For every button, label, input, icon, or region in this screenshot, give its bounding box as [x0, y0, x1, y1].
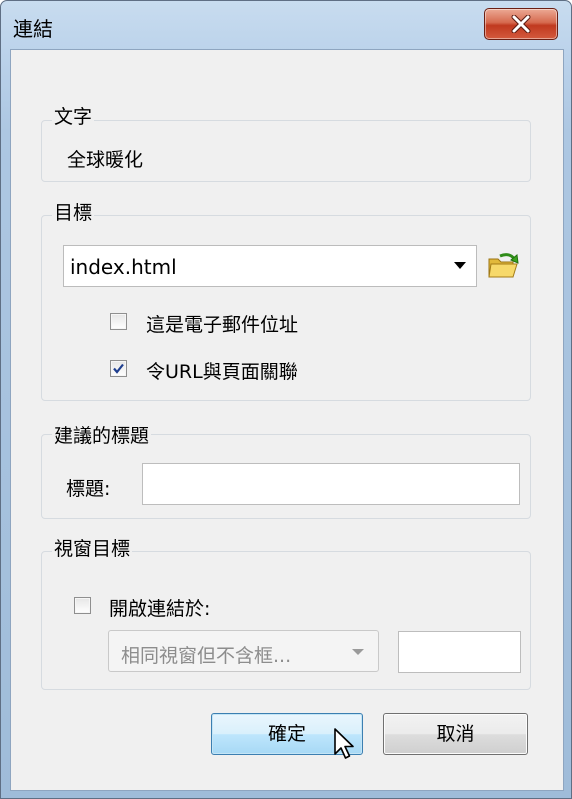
- mouse-pointer-icon: [334, 728, 354, 759]
- title-group-label: 建議的標題: [52, 425, 152, 447]
- open-folder-icon: [488, 253, 519, 278]
- window-target-group-label: 視窗目標: [52, 538, 133, 560]
- target-combobox-value: index.html: [70, 255, 177, 279]
- close-icon: [511, 15, 531, 33]
- dialog-title: 連結: [13, 17, 53, 41]
- open-link-in-checkbox-label[interactable]: 開啟連結於:: [109, 594, 210, 621]
- target-combobox[interactable]: index.html: [63, 245, 477, 287]
- target-group-label: 目標: [52, 202, 95, 224]
- open-link-in-checkbox[interactable]: [74, 597, 91, 614]
- title-input[interactable]: [142, 463, 520, 505]
- cancel-button[interactable]: 取消: [383, 713, 528, 755]
- checkmark-icon: [113, 363, 124, 374]
- relative-url-checkbox-label[interactable]: 令URL與頁面關聯: [146, 357, 298, 384]
- close-button[interactable]: [484, 8, 558, 40]
- email-address-checkbox[interactable]: [110, 313, 127, 330]
- frame-target-select: 相同視窗但不含框...: [108, 630, 379, 672]
- frame-target-select-value: 相同視窗但不含框...: [121, 645, 292, 667]
- email-address-checkbox-label[interactable]: 這是電子郵件位址: [146, 310, 298, 337]
- link-text-value: 全球暖化: [67, 149, 144, 171]
- chevron-down-icon: [352, 649, 364, 655]
- title-bar[interactable]: 連結: [1, 1, 571, 45]
- title-field-label: 標題:: [66, 478, 111, 500]
- text-group-label: 文字: [52, 106, 95, 128]
- frame-name-input: [398, 631, 521, 673]
- relative-url-checkbox[interactable]: [110, 360, 127, 377]
- chevron-down-icon[interactable]: [454, 262, 466, 269]
- browse-folder-button[interactable]: [487, 250, 521, 282]
